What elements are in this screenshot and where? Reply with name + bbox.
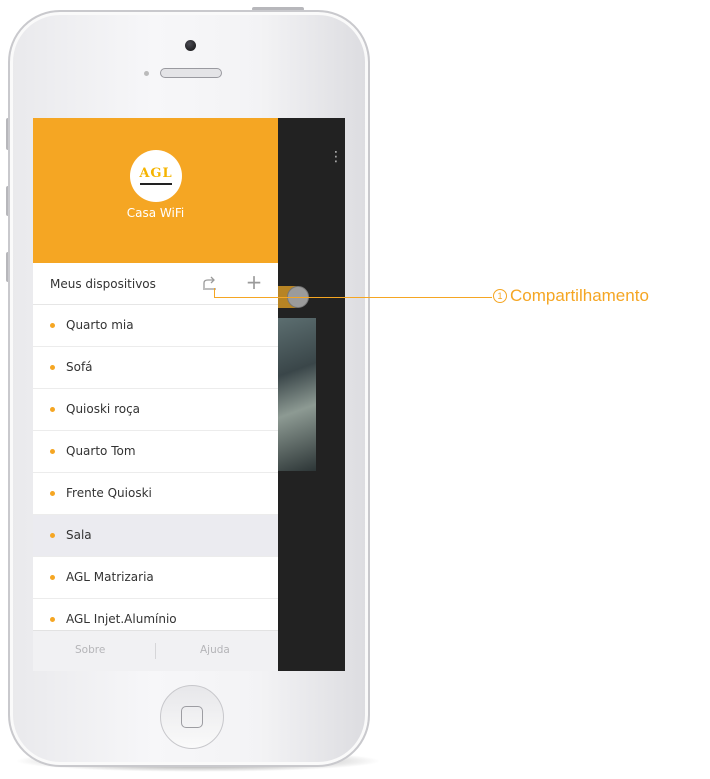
- share-icon[interactable]: [200, 274, 220, 294]
- device-list-item[interactable]: Frente Quioski: [33, 473, 278, 515]
- home-button[interactable]: [160, 685, 224, 749]
- earpiece-speaker: [160, 68, 222, 78]
- status-dot-icon: [50, 407, 55, 412]
- drawer-header: AGL Casa WiFi: [33, 118, 278, 263]
- device-label: AGL Injet.Alumínio: [66, 612, 177, 626]
- callout-leader-line: [214, 297, 492, 298]
- callout-leader-vertical: [214, 288, 215, 297]
- callout-label: Compartilhamento: [510, 286, 649, 305]
- footer-divider: [155, 643, 156, 659]
- brand-logo: AGL: [130, 150, 182, 202]
- status-dot-icon: [50, 491, 55, 496]
- help-button[interactable]: Ajuda: [200, 644, 230, 656]
- share-arrow-glyph: [203, 276, 216, 290]
- status-dot-icon: [50, 533, 55, 538]
- logo-underline: [140, 183, 172, 185]
- device-list-item[interactable]: Sofá: [33, 347, 278, 389]
- device-label: Quarto Tom: [66, 444, 136, 458]
- background-camera-preview: [278, 318, 316, 471]
- more-options-icon[interactable]: ⋮: [329, 150, 343, 164]
- device-label: Sala: [66, 528, 92, 542]
- status-dot-icon: [50, 617, 55, 622]
- device-list-item[interactable]: Quarto Tom: [33, 431, 278, 473]
- navigation-drawer: AGL Casa WiFi Meus dispositivos + Quarto…: [33, 118, 278, 671]
- logo-text: AGL: [139, 166, 173, 181]
- drawer-footer: Sobre Ajuda: [33, 630, 278, 671]
- status-dot-icon: [50, 365, 55, 370]
- device-list-item[interactable]: Quarto mia: [33, 305, 278, 347]
- proximity-sensor: [144, 71, 149, 76]
- status-dot-icon: [50, 575, 55, 580]
- phone-screen: ⋮ AGL Casa WiFi Meus dispositivos + Quar…: [33, 118, 345, 671]
- device-label: AGL Matrizaria: [66, 570, 154, 584]
- device-list-item[interactable]: AGL Matrizaria: [33, 557, 278, 599]
- about-button[interactable]: Sobre: [75, 644, 105, 656]
- home-name: Casa WiFi: [126, 206, 185, 220]
- add-icon[interactable]: +: [244, 272, 264, 292]
- device-list-item[interactable]: Quioski roça: [33, 389, 278, 431]
- status-dot-icon: [50, 323, 55, 328]
- device-label: Frente Quioski: [66, 486, 152, 500]
- devices-header: Meus dispositivos +: [33, 263, 278, 305]
- device-list: Quarto mia Sofá Quioski roça Quarto Tom Fren…: [33, 305, 278, 641]
- device-list-item[interactable]: Sala: [33, 515, 278, 557]
- device-label: Quarto mia: [66, 318, 134, 332]
- callout-number: 1: [493, 289, 507, 303]
- devices-title: Meus dispositivos: [50, 277, 156, 291]
- front-camera: [185, 40, 196, 51]
- home-square-icon: [181, 706, 203, 728]
- status-dot-icon: [50, 449, 55, 454]
- device-label: Quioski roça: [66, 402, 141, 416]
- device-label: Sofá: [66, 360, 93, 374]
